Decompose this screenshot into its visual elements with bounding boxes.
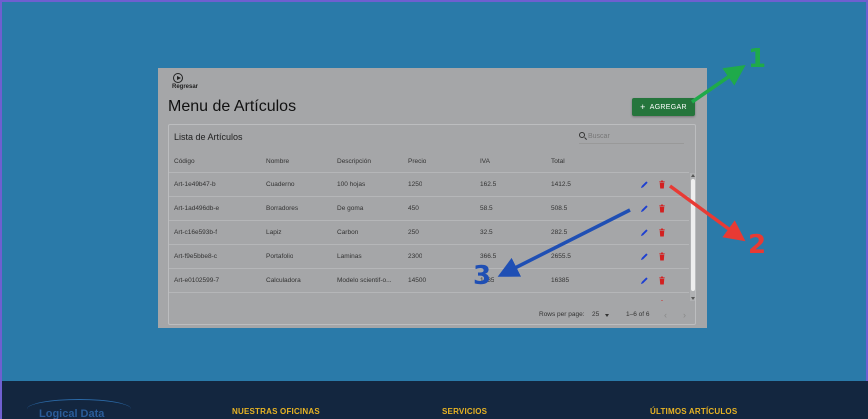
search-input[interactable]: Buscar <box>579 132 684 144</box>
cell-price: 2300 <box>408 253 423 260</box>
cell-name: Cuaderno <box>266 181 295 188</box>
footer-heading-services: SERVICIOS <box>442 407 488 416</box>
articles-card: Lista de Artículos Buscar Código Nombre … <box>168 124 696 325</box>
trash-icon[interactable] <box>658 276 666 285</box>
site-footer: Logical Data NUESTRAS OFICINAS SERVICIOS… <box>2 381 868 419</box>
cell-iva: 162.5 <box>480 181 497 188</box>
cell-price: 450 <box>408 205 419 212</box>
cell-code: Art-c16e593b-f <box>174 229 217 236</box>
trash-icon[interactable] <box>658 180 666 189</box>
scroll-up-icon[interactable] <box>691 174 695 177</box>
rows-per-page-label: Rows per page: <box>539 311 585 318</box>
card-title: Lista de Artículos <box>174 132 243 142</box>
page-title: Menu de Artículos <box>168 98 297 115</box>
trash-icon[interactable] <box>658 228 666 237</box>
column-header-descripcion[interactable]: Descripción <box>337 158 371 165</box>
trash-icon[interactable] <box>658 204 666 213</box>
scroll-down-icon[interactable] <box>691 297 695 300</box>
pencil-icon[interactable] <box>640 300 649 301</box>
cell-description: Carbon <box>337 229 359 236</box>
cell-name: Calculadora <box>266 277 301 284</box>
cell-total: 1412.5 <box>551 181 571 188</box>
pencil-icon[interactable] <box>640 252 649 261</box>
cell-total: 16385 <box>551 277 570 284</box>
rows-per-page-select[interactable]: 25 <box>592 311 599 318</box>
next-page-button[interactable]: › <box>683 310 686 320</box>
pagination-range: 1–6 of 6 <box>626 311 650 318</box>
cell-description: Laminas <box>337 253 362 260</box>
cell-total: 282.5 <box>551 229 568 236</box>
table-scrollbar[interactable] <box>690 173 695 301</box>
play-circle-icon <box>173 73 183 83</box>
table-row: Art-1e49b47-b Cuaderno 100 hojas 1250 162.5 1… <box>169 173 689 197</box>
cell-description: 100 hojas <box>337 181 366 188</box>
table-row: Art-f9e5bbe8-c Portafolio Laminas 2300 366.5… <box>169 245 689 269</box>
search-icon <box>579 132 585 138</box>
column-header-precio[interactable]: Precio <box>408 158 426 165</box>
table-row: Art-e0102599-7 Calculadora Modelo scientif… <box>169 269 689 293</box>
table-pagination: Rows per page: 25 1–6 of 6 ‹ › <box>169 303 695 324</box>
plus-icon: + <box>640 102 646 112</box>
cell-code: Art-f9e5bbe8-c <box>174 253 217 260</box>
cell-total: 508.5 <box>551 205 568 212</box>
back-label: Regresar <box>172 84 199 90</box>
annotation-label-3: 3 <box>473 261 492 291</box>
column-header-iva[interactable]: IVA <box>480 158 490 165</box>
back-button[interactable]: Regresar <box>172 73 212 90</box>
cell-code: Art-1e49b47-b <box>174 181 216 188</box>
footer-heading-offices: NUESTRAS OFICINAS <box>232 407 320 416</box>
trash-icon[interactable] <box>658 252 666 261</box>
trash-icon[interactable] <box>658 300 666 301</box>
cell-code: Art-e0102599-7 <box>174 277 220 284</box>
pencil-icon[interactable] <box>640 180 649 189</box>
footer-heading-articles: ÚLTIMOS ARTÍCULOS <box>650 407 738 416</box>
table-row: Art-1ad496db-e Borradores De goma 450 58.5 50… <box>169 197 689 221</box>
cell-price: 14500 <box>408 277 427 284</box>
search-placeholder: Buscar <box>588 133 610 140</box>
column-header-codigo[interactable]: Código <box>174 158 195 165</box>
cell-description: Modelo scientif-o... <box>337 277 392 284</box>
annotation-label-1: 1 <box>748 44 767 74</box>
cell-name: Borradores <box>266 205 299 212</box>
column-header-total[interactable]: Total <box>551 158 565 165</box>
table-body: Art-1e49b47-b Cuaderno 100 hojas 1250 162.5 1… <box>169 173 689 301</box>
table-header: Código Nombre Descripción Precio IVA Tot… <box>169 151 689 173</box>
scrollbar-thumb[interactable] <box>691 179 695 291</box>
previous-page-button[interactable]: ‹ <box>664 310 667 320</box>
pencil-icon[interactable] <box>640 276 649 285</box>
table-row: Art-c16e593b-f Lapiz Carbon 250 32.5 282.5 <box>169 221 689 245</box>
pencil-icon[interactable] <box>640 228 649 237</box>
footer-logo: Logical Data <box>39 408 105 419</box>
cell-total: 2655.5 <box>551 253 571 260</box>
cell-name: Portafolio <box>266 253 294 260</box>
cell-iva: 32.5 <box>480 229 493 236</box>
articles-panel: Regresar Menu de Artículos + AGREGAR Lis… <box>158 68 707 328</box>
pencil-icon[interactable] <box>640 204 649 213</box>
annotation-label-2: 2 <box>748 230 767 260</box>
cell-price: 1250 <box>408 181 423 188</box>
chevron-down-icon[interactable] <box>605 314 609 317</box>
cell-iva: 58.5 <box>480 205 493 212</box>
add-button-label: AGREGAR <box>649 103 687 111</box>
cell-description: De goma <box>337 205 364 212</box>
cell-price: 250 <box>408 229 419 236</box>
cell-iva: 366.5 <box>480 253 497 260</box>
add-button[interactable]: + AGREGAR <box>632 98 695 116</box>
column-header-nombre[interactable]: Nombre <box>266 158 289 165</box>
table-row: Art-b2905373-9TecladoModelo ac-orto28012… <box>169 293 689 301</box>
cell-name: Lapiz <box>266 229 282 236</box>
cell-code: Art-1ad496db-e <box>174 205 220 212</box>
